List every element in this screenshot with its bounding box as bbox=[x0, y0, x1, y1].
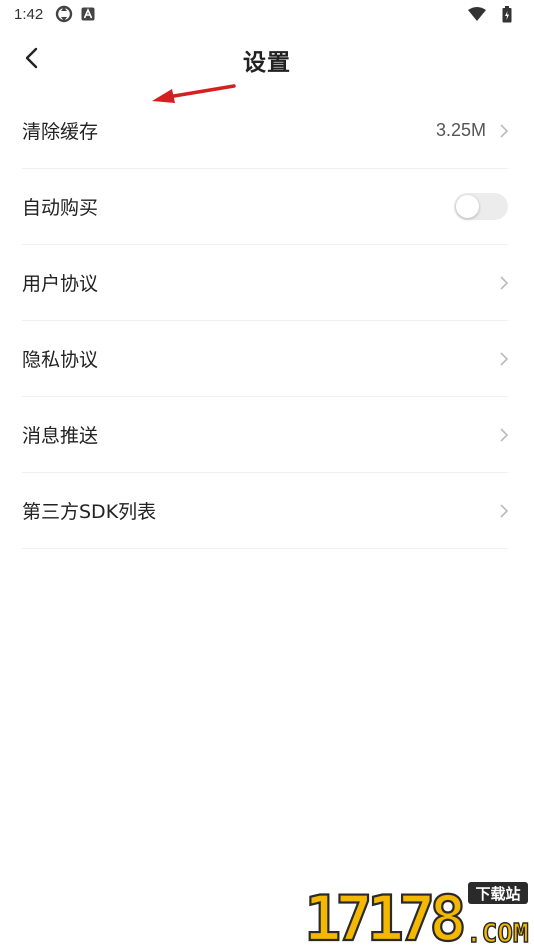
status-right bbox=[468, 5, 520, 23]
back-button[interactable] bbox=[12, 40, 52, 80]
setting-row-user-agreement[interactable]: 用户协议 bbox=[22, 245, 508, 321]
row-right bbox=[454, 193, 508, 220]
status-bar: 1:42 bbox=[0, 0, 534, 28]
svg-text:下载站: 下载站 bbox=[475, 885, 520, 903]
setting-label: 第三方SDK列表 bbox=[22, 501, 157, 523]
row-right bbox=[500, 503, 508, 518]
setting-label: 消息推送 bbox=[22, 425, 99, 447]
wifi-icon bbox=[468, 7, 486, 21]
setting-row-push-notifications[interactable]: 消息推送 bbox=[22, 397, 508, 473]
chevron-right-icon bbox=[500, 351, 508, 366]
chevron-right-icon bbox=[500, 275, 508, 290]
cache-size-value: 3.25M bbox=[435, 120, 486, 140]
row-right bbox=[500, 351, 508, 366]
svg-text:.COM: .COM bbox=[466, 919, 529, 946]
setting-row-privacy-policy[interactable]: 隐私协议 bbox=[22, 321, 508, 397]
sync-icon bbox=[55, 5, 73, 23]
status-time: 1:42 bbox=[14, 5, 44, 23]
setting-row-third-party-sdk[interactable]: 第三方SDK列表 bbox=[22, 473, 508, 549]
setting-row-auto-buy: 自动购买 bbox=[22, 169, 508, 245]
setting-label: 清除缓存 bbox=[22, 121, 99, 143]
settings-list: 清除缓存 3.25M 自动购买 用户协议 隐私协议 消息推送 第三方SDK列表 bbox=[22, 93, 508, 549]
header: 设置 bbox=[0, 30, 534, 90]
chevron-right-icon bbox=[500, 123, 508, 138]
auto-buy-toggle[interactable] bbox=[454, 193, 508, 220]
page-title: 设置 bbox=[243, 50, 291, 76]
row-right bbox=[500, 427, 508, 442]
chevron-right-icon bbox=[500, 503, 508, 518]
row-right: 3.25M bbox=[436, 120, 508, 141]
setting-label: 隐私协议 bbox=[22, 349, 99, 371]
settings-screen: 1:42 设置 清除缓存 3.25M 自动购买 用户协议 隐私协议 消息推送 第… bbox=[0, 0, 534, 950]
setting-row-clear-cache[interactable]: 清除缓存 3.25M bbox=[22, 93, 508, 169]
setting-label: 用户协议 bbox=[22, 273, 99, 295]
svg-text:17178: 17178 bbox=[304, 882, 463, 946]
chevron-right-icon bbox=[500, 427, 508, 442]
a-icon bbox=[81, 7, 95, 21]
toggle-knob bbox=[456, 195, 479, 218]
battery-icon bbox=[502, 5, 512, 23]
row-right bbox=[500, 275, 508, 290]
setting-label: 自动购买 bbox=[22, 197, 99, 219]
back-chevron-icon bbox=[24, 47, 40, 73]
watermark-logo: 17178 下载站 .COM bbox=[300, 880, 532, 950]
